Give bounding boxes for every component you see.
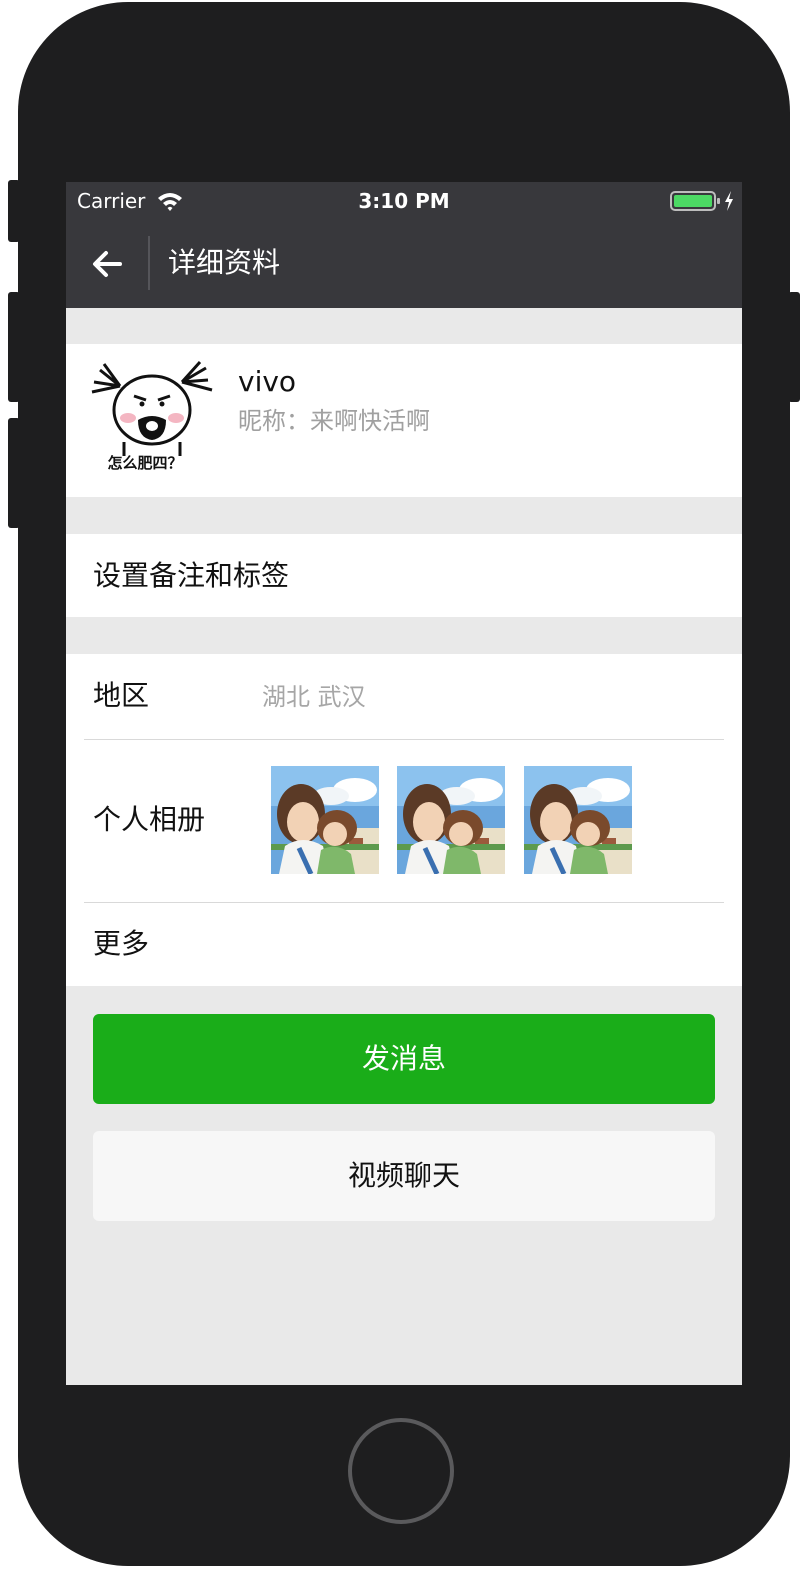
profile-name: vivo	[238, 365, 297, 398]
row-divider	[84, 902, 724, 903]
navigation-bar: 详细资料	[66, 220, 742, 308]
row-divider	[84, 739, 724, 740]
profile-nickname: 昵称：来啊快活啊	[238, 407, 430, 435]
profile-card[interactable]: 怎么肥四？ vivo 昵称：来啊快活啊	[66, 344, 742, 497]
more-label: 更多	[93, 927, 150, 960]
home-button[interactable]	[348, 1418, 454, 1524]
album-label: 个人相册	[93, 803, 206, 836]
avatar-caption: 怎么肥四？	[107, 454, 183, 472]
region-label: 地区	[93, 679, 150, 712]
remark-row-label: 设置备注和标签	[93, 559, 290, 592]
nav-divider	[148, 236, 150, 290]
back-arrow-icon[interactable]	[84, 240, 132, 288]
video-chat-button[interactable]: 视频聊天	[93, 1131, 715, 1221]
status-bar: Carrier 3:10 PM	[66, 182, 742, 220]
battery-icon	[670, 191, 720, 211]
page-title: 详细资料	[168, 246, 281, 279]
charging-bolt-icon	[725, 191, 733, 211]
clock: 3:10 PM	[358, 189, 450, 213]
set-remark-and-tags-row[interactable]: 设置备注和标签	[66, 534, 742, 617]
album-photo[interactable]	[397, 766, 505, 874]
info-card: 地区 湖北 武汉 个人相册 更多	[66, 654, 742, 986]
send-message-button[interactable]: 发消息	[93, 1014, 715, 1104]
app-screen: Carrier 3:10 PM 详细资料 怎么肥四？ vivo 昵称：来啊快活啊…	[66, 182, 742, 1385]
album-photo[interactable]	[524, 766, 632, 874]
album-photo[interactable]	[271, 766, 379, 874]
region-value: 湖北 武汉	[262, 683, 366, 711]
